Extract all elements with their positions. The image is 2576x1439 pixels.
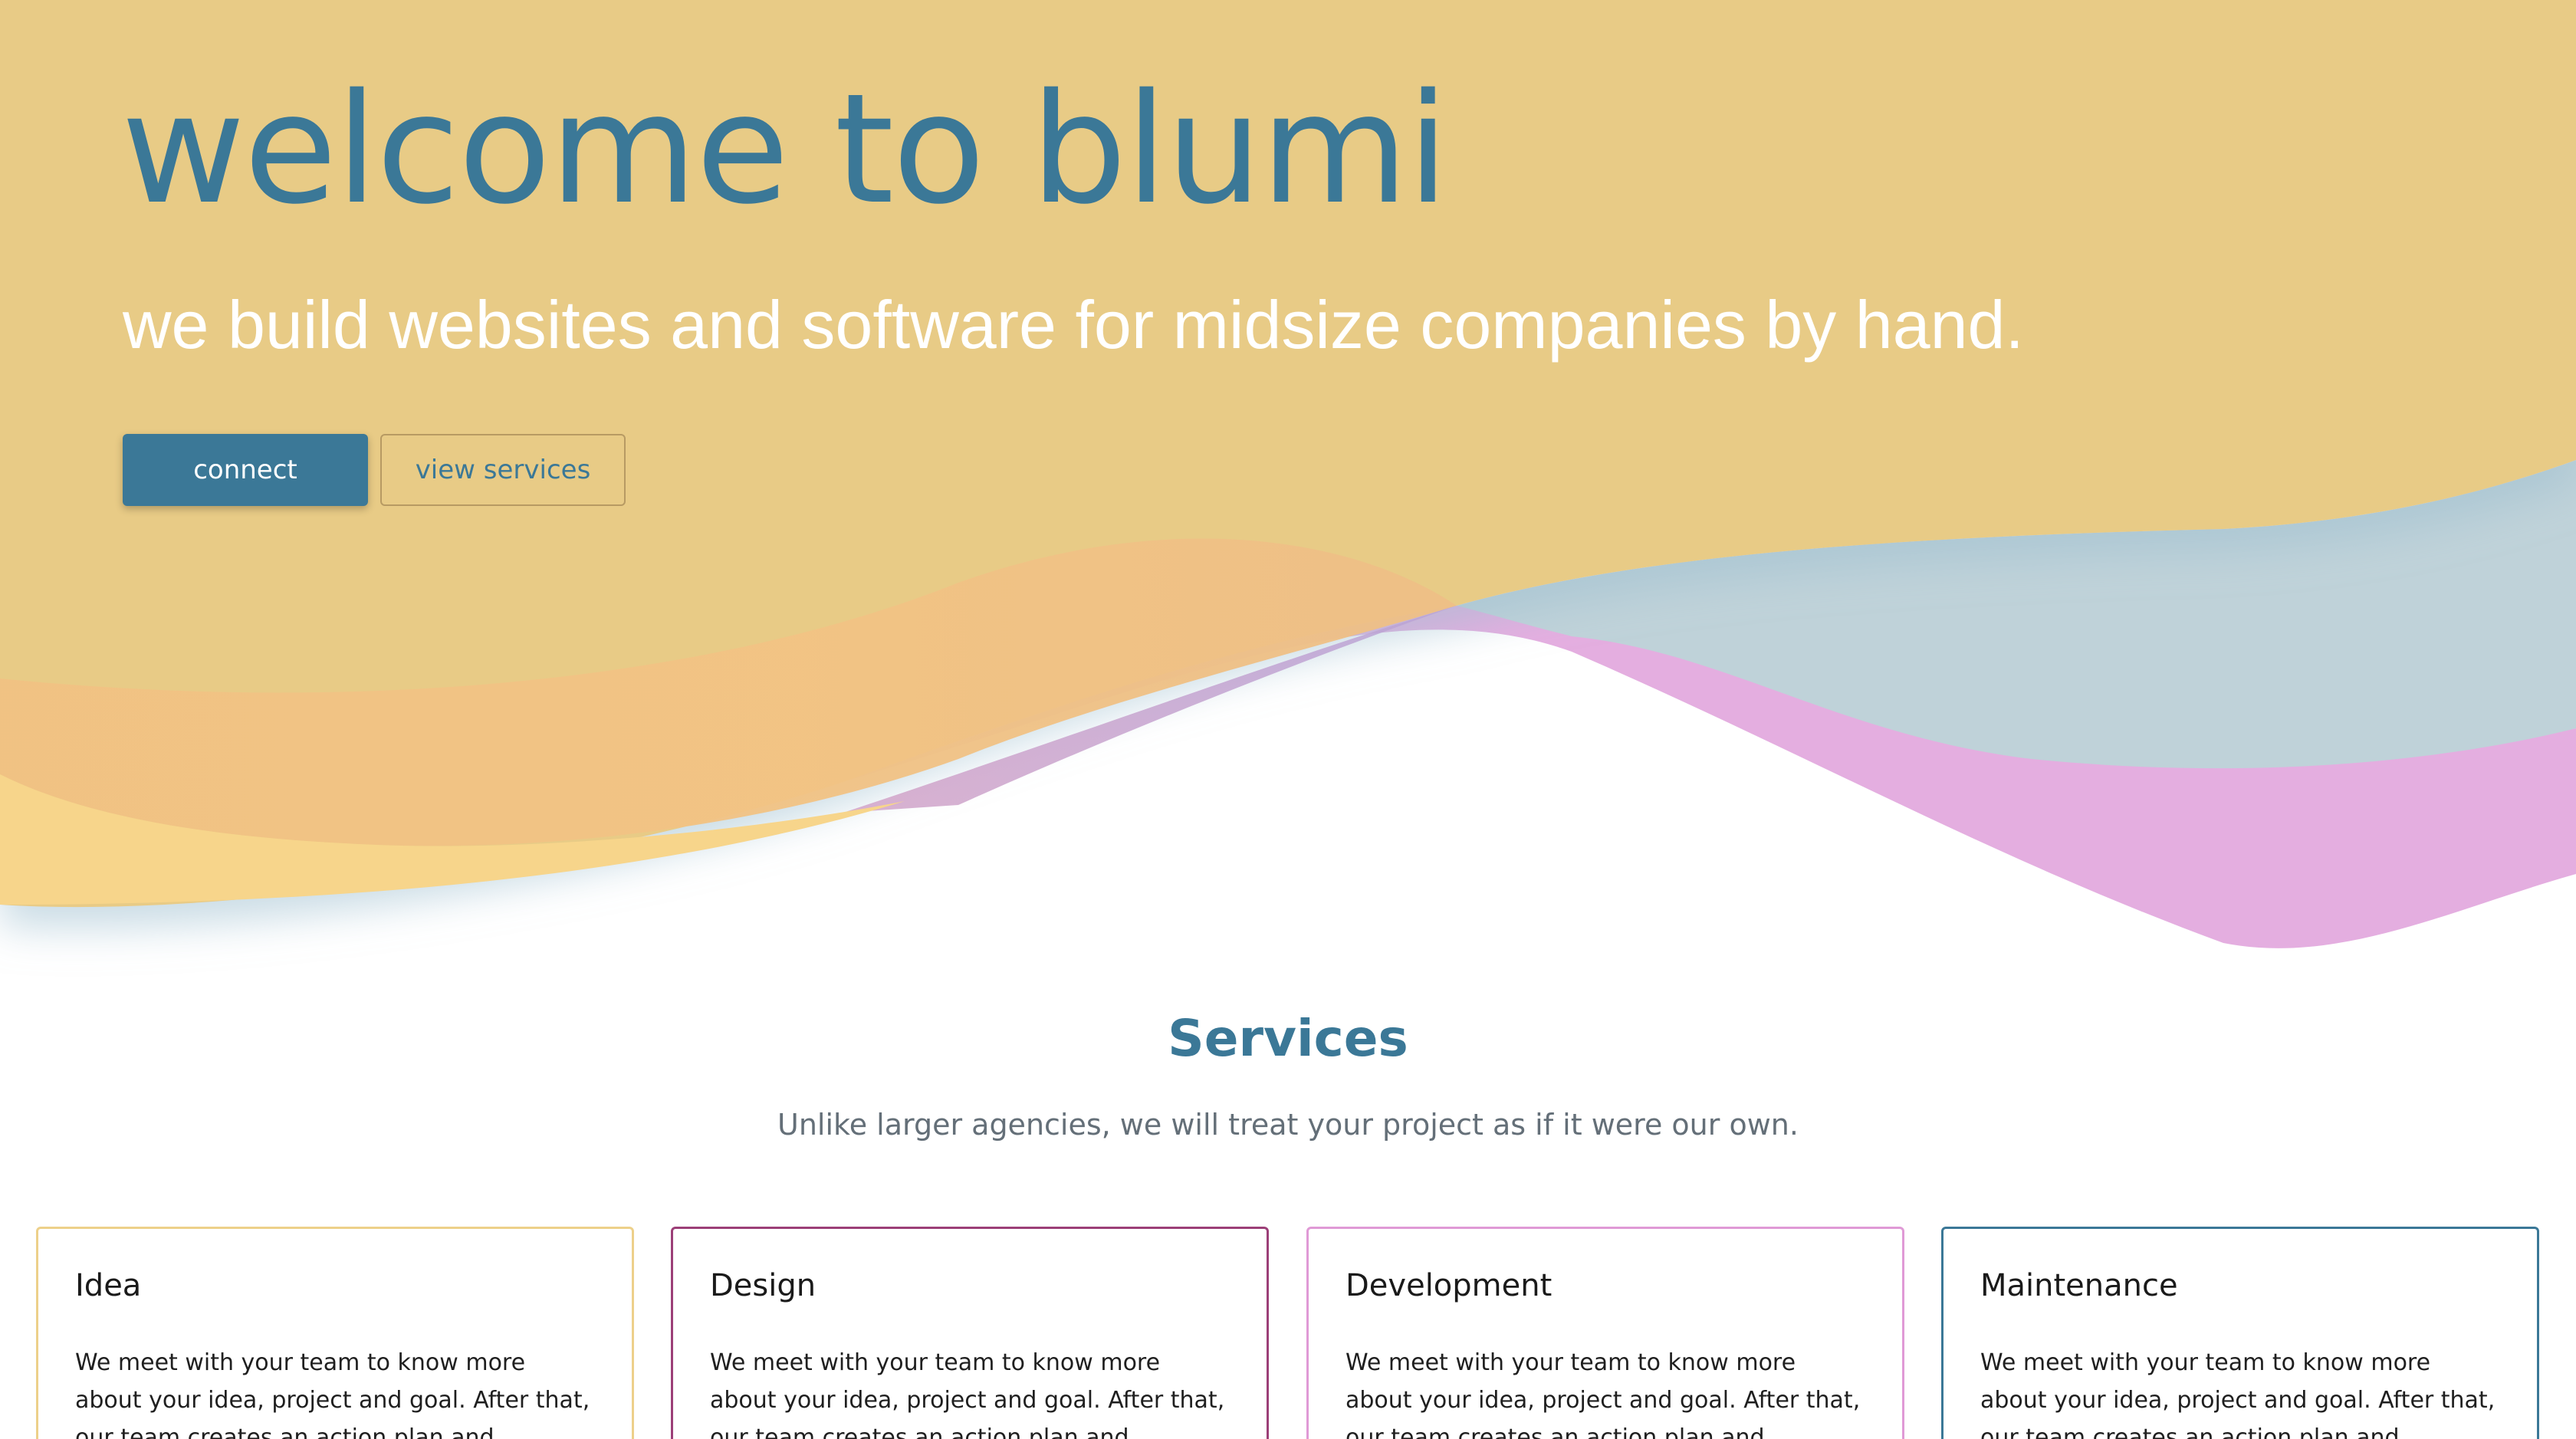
service-card-text: We meet with your team to know more abou… [75,1349,590,1439]
service-card-title: Idea [75,1268,142,1303]
view-services-button[interactable]: view services [380,434,626,506]
services-subtitle: Unlike larger agencies, we will treat yo… [777,1108,1799,1142]
service-card-text: We meet with your team to know more abou… [1346,1349,1861,1439]
connect-button[interactable]: connect [123,434,368,506]
hero-section: welcome to blumi we build websites and s… [0,0,2576,997]
service-card-maintenance[interactable]: Maintenance We meet with your team to kn… [1941,1227,2539,1439]
service-card-design[interactable]: Design We meet with your team to know mo… [671,1227,1269,1439]
service-card-idea[interactable]: Idea We meet with your team to know more… [36,1227,634,1439]
service-card-title: Development [1346,1268,1552,1303]
hero-subtitle: we build websites and software for midsi… [123,287,2024,363]
hero-title: welcome to blumi [121,61,1449,238]
service-card-development[interactable]: Development We meet with your team to kn… [1306,1227,1904,1439]
service-card-text: We meet with your team to know more abou… [710,1349,1225,1439]
service-card-text: We meet with your team to know more abou… [1980,1349,2496,1439]
service-card-title: Design [710,1268,816,1303]
service-card-title: Maintenance [1980,1268,2178,1303]
services-title: Services [1168,1009,1408,1068]
